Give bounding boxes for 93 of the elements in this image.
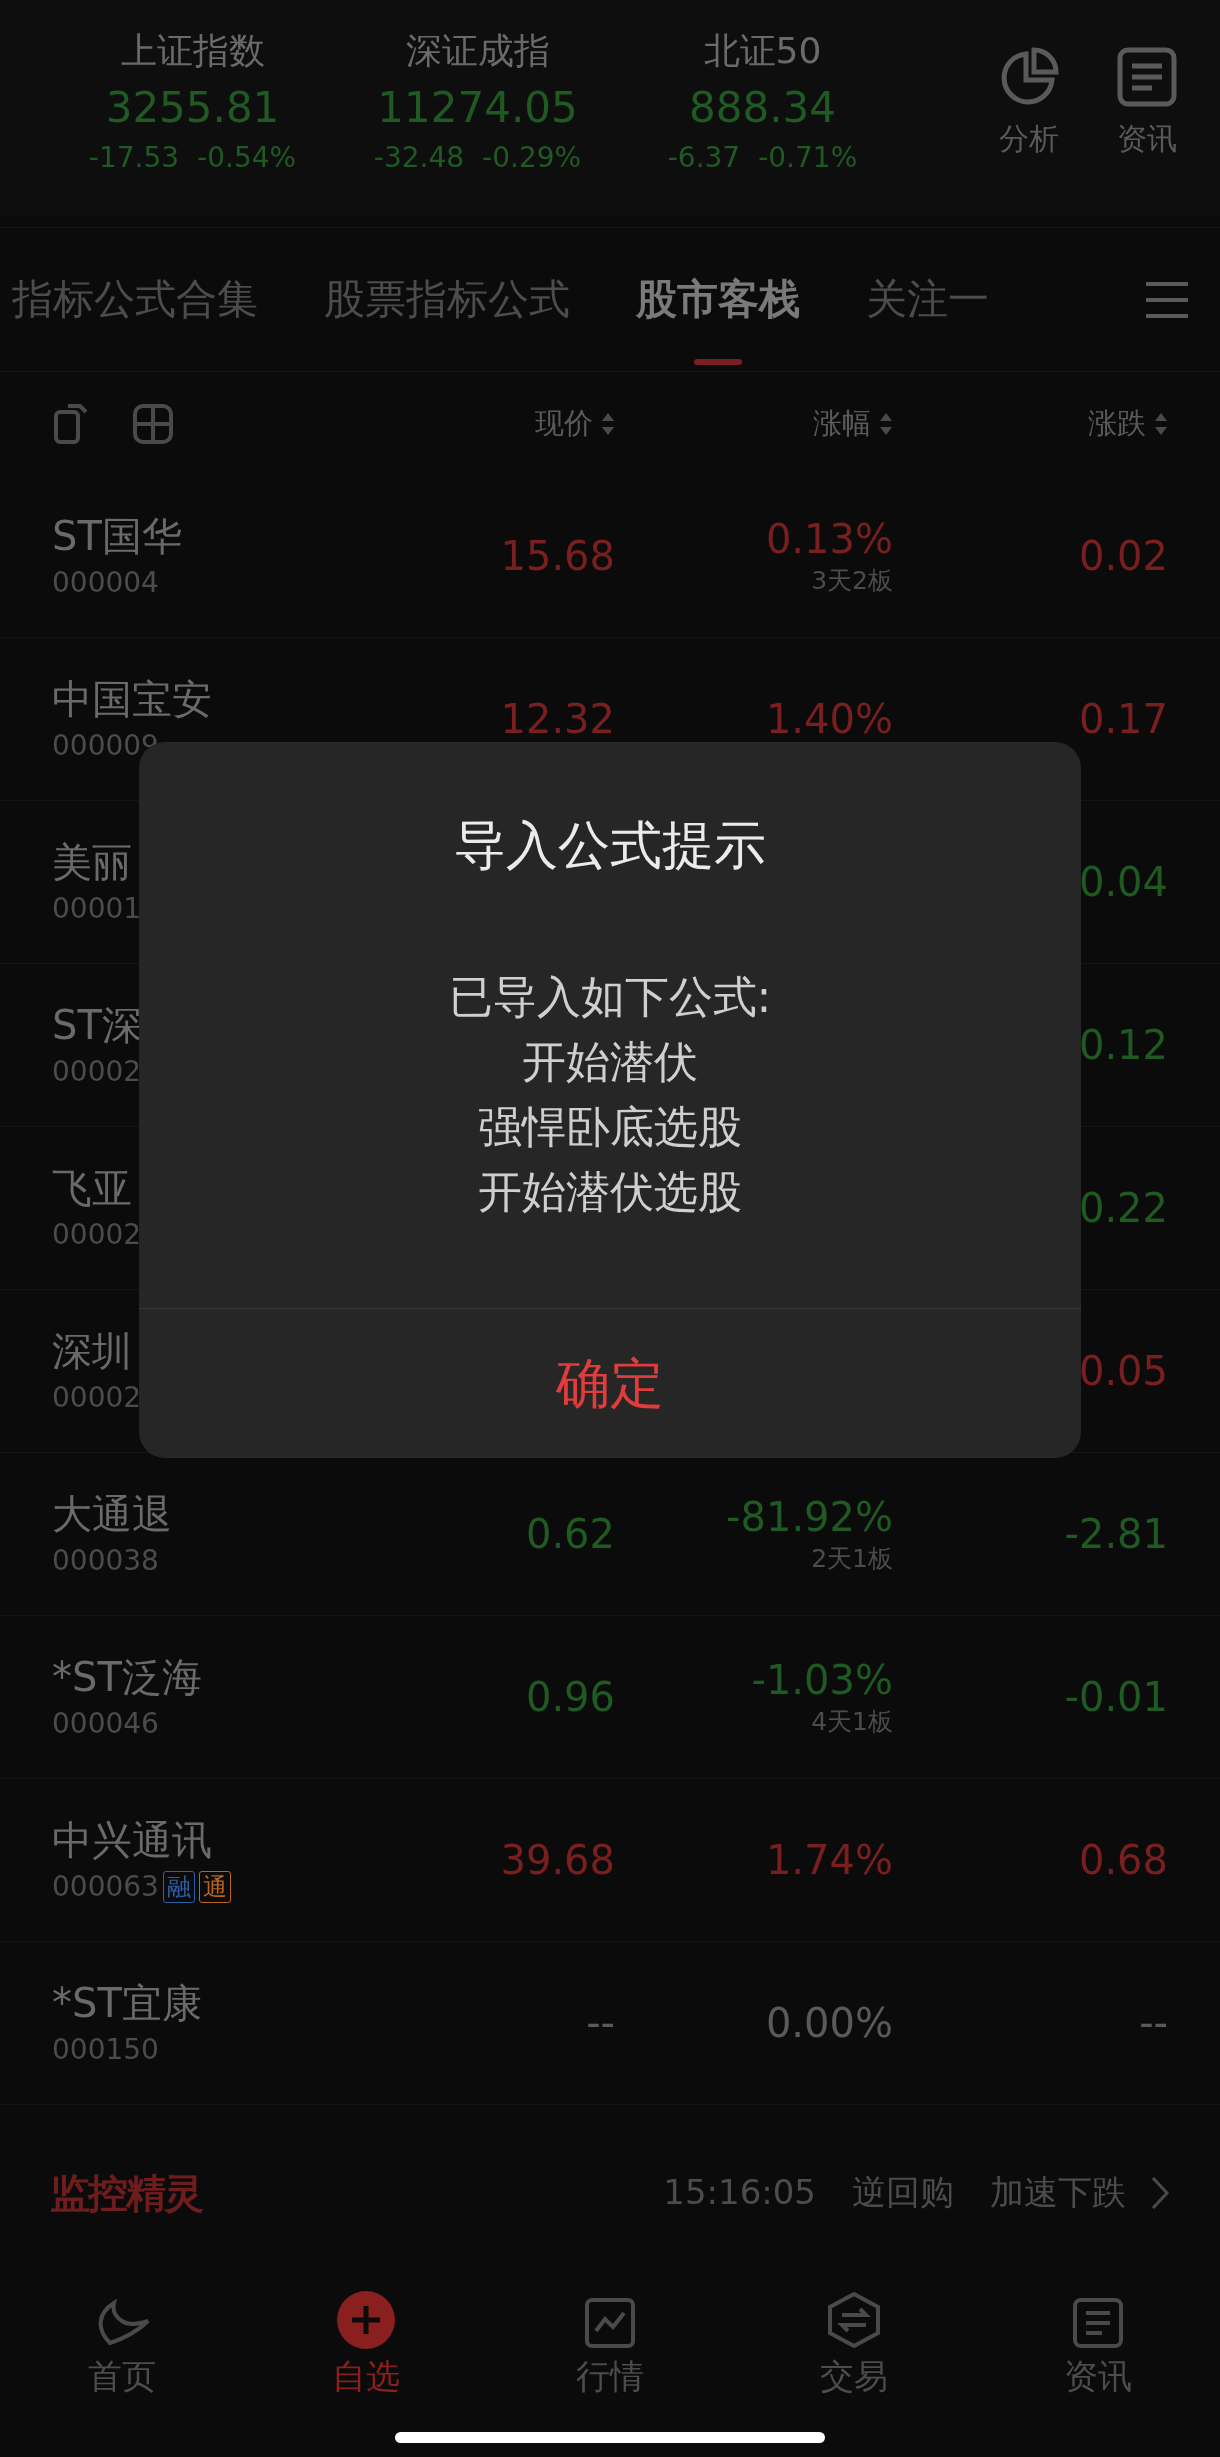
index-name: 上证指数: [120, 29, 265, 73]
index-percent: -0.54%: [197, 140, 297, 176]
exchange-icon: [826, 2291, 882, 2349]
price: 0.96: [525, 1673, 615, 1722]
nav-tab[interactable]: 行情: [488, 2262, 732, 2402]
dialog-message-line: 开始潜伏: [522, 1035, 698, 1089]
price-change: 0.05: [1078, 1347, 1168, 1396]
price-change: 0.22: [1078, 1184, 1168, 1233]
nav-tab[interactable]: 交易: [732, 2262, 976, 2402]
grid-icon[interactable]: [132, 402, 174, 445]
plus-icon: [337, 2291, 395, 2349]
nav-tab[interactable]: 首页: [0, 2262, 244, 2402]
price-change: --: [1139, 1999, 1168, 2048]
stock-name: *ST泛海: [52, 1653, 203, 1702]
stock-row[interactable]: *ST宜康 000150 -- 0.00% --: [0, 1942, 1220, 2105]
price-change: 0.17: [1078, 695, 1168, 744]
monitor-time: 15:16:05: [663, 2171, 816, 2214]
stock-name: ST国华: [52, 512, 183, 561]
stock-code: 000150: [52, 2032, 159, 2068]
stock-code: 000046: [52, 1706, 159, 1742]
price: 15.68: [500, 532, 615, 581]
stock-code: 00002: [52, 1380, 142, 1416]
nav-tab[interactable]: 自选: [244, 2262, 488, 2402]
column-header[interactable]: 涨跌: [1088, 401, 1146, 446]
index-value: 888.34: [689, 82, 836, 134]
tab[interactable]: 股票指标公式: [324, 228, 570, 371]
stock-name: ST深: [52, 1001, 143, 1050]
dialog-message-line: 强悍卧底选股: [478, 1100, 742, 1154]
stock-name: 中兴通讯: [52, 1816, 213, 1865]
price-change: -2.81: [1064, 1510, 1168, 1559]
stock-code: 000063: [52, 1869, 159, 1905]
stock-name: 飞亚: [52, 1164, 133, 1213]
price: 0.62: [525, 1510, 615, 1559]
change-percent: -1.03%: [751, 1656, 893, 1705]
stock-name: 深圳: [52, 1327, 133, 1376]
change-percent: 1.40%: [765, 695, 893, 744]
index-change: -32.48: [373, 140, 465, 176]
tab[interactable]: 指标公式合集: [12, 228, 258, 371]
header-action[interactable]: 资讯: [1114, 44, 1180, 161]
index-value: 3255.81: [105, 82, 280, 134]
confirm-button[interactable]: 确定: [536, 1343, 684, 1424]
change-percent: -81.92%: [726, 1493, 893, 1542]
stock-row[interactable]: 中兴通讯 000063 融 通 39.68 1.74% 0.68: [0, 1779, 1220, 1942]
index-percent: -0.29%: [482, 140, 582, 176]
stock-tag: 通: [198, 1871, 231, 1903]
limit-up-count: 3天2板: [811, 565, 893, 597]
tab[interactable]: 股市客栈: [636, 228, 800, 371]
monitor-event: 加速下跌: [990, 2171, 1126, 2214]
column-header[interactable]: 现价: [535, 401, 593, 446]
stock-code: 00002: [52, 1054, 142, 1090]
index-name: 深证成指: [405, 29, 550, 73]
index-change: -6.37: [667, 140, 741, 176]
index-percent: -0.71%: [758, 140, 858, 176]
index-change: -17.53: [88, 140, 180, 176]
price: 12.32: [500, 695, 615, 744]
price-change: 0.04: [1078, 858, 1168, 907]
price-change: 0.02: [1078, 532, 1168, 581]
limit-up-count: 2天1板: [811, 1543, 893, 1575]
change-percent: 0.13%: [765, 515, 893, 564]
index-value: 11274.05: [377, 82, 578, 134]
stock-name: 中国宝安: [52, 675, 213, 724]
stock-name: 美丽: [52, 838, 133, 887]
stock-tag: 融: [162, 1871, 195, 1903]
price: 39.68: [500, 1836, 615, 1885]
price-change: 0.68: [1078, 1836, 1168, 1885]
stock-code: 00001: [52, 891, 142, 927]
chevron-right-icon[interactable]: [1150, 2174, 1170, 2211]
price: --: [586, 1999, 615, 2048]
dialog-title: 导入公式提示: [454, 814, 766, 877]
price-change: -0.01: [1064, 1673, 1168, 1722]
limit-up-count: 4天1板: [811, 1706, 893, 1738]
stock-code: 000004: [52, 565, 159, 601]
stock-name: *ST宜康: [52, 1979, 203, 2028]
price-change: 0.12: [1078, 1021, 1168, 1070]
dialog-message-line: 已导入如下公式:: [448, 970, 772, 1024]
stock-row[interactable]: *ST泛海 000046 0.96 -1.03% 4天1板 -0.01: [0, 1616, 1220, 1779]
change-percent: 1.74%: [765, 1836, 893, 1885]
column-header[interactable]: 涨幅: [813, 401, 871, 446]
index-name: 北证50: [703, 29, 822, 73]
tab[interactable]: 关注一: [866, 228, 989, 371]
news-icon: [1072, 2297, 1124, 2349]
chart-icon: [584, 2297, 636, 2349]
stock-code: 000038: [52, 1543, 159, 1579]
header-action[interactable]: 分析: [996, 44, 1062, 161]
nav-tab[interactable]: 资讯: [976, 2262, 1220, 2402]
change-percent: 0.00%: [765, 1999, 893, 2048]
stock-name: 大通退: [52, 1490, 173, 1539]
stock-code: 00002: [52, 1217, 142, 1253]
stock-row[interactable]: ST国华 000004 15.68 0.13% 3天2板 0.02: [0, 475, 1220, 638]
monitor-event: 逆回购: [852, 2171, 954, 2214]
monitor-brand: 监控精灵: [50, 2168, 202, 2218]
dialog-message-line: 开始潜伏选股: [478, 1165, 742, 1219]
menu-icon[interactable]: [1144, 279, 1190, 320]
